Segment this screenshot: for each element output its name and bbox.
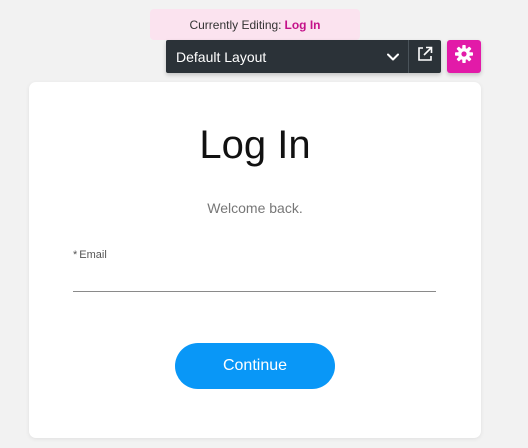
layout-toolbar: Default Layout	[166, 40, 441, 73]
layout-dropdown-value: Default Layout	[176, 48, 267, 65]
welcome-subtitle: Welcome back.	[207, 200, 303, 216]
chevron-down-icon	[386, 50, 400, 64]
email-label: * Email	[73, 249, 107, 261]
open-external-button[interactable]	[408, 40, 441, 73]
banner-page-name: Log In	[284, 17, 321, 32]
email-field[interactable]	[73, 264, 436, 292]
page-title: Log In	[199, 123, 311, 167]
login-card: Log In Welcome back. * Email Continue	[29, 82, 481, 438]
email-label-text: Email	[79, 249, 107, 261]
external-link-icon	[416, 45, 434, 68]
layout-dropdown[interactable]: Default Layout	[166, 40, 408, 73]
gear-icon	[454, 44, 474, 69]
required-asterisk: *	[73, 249, 78, 261]
continue-button[interactable]: Continue	[175, 343, 335, 389]
banner-prefix: Currently Editing:	[189, 17, 282, 32]
currently-editing-banner: Currently Editing: Log In	[150, 9, 360, 40]
settings-button[interactable]	[447, 40, 481, 73]
